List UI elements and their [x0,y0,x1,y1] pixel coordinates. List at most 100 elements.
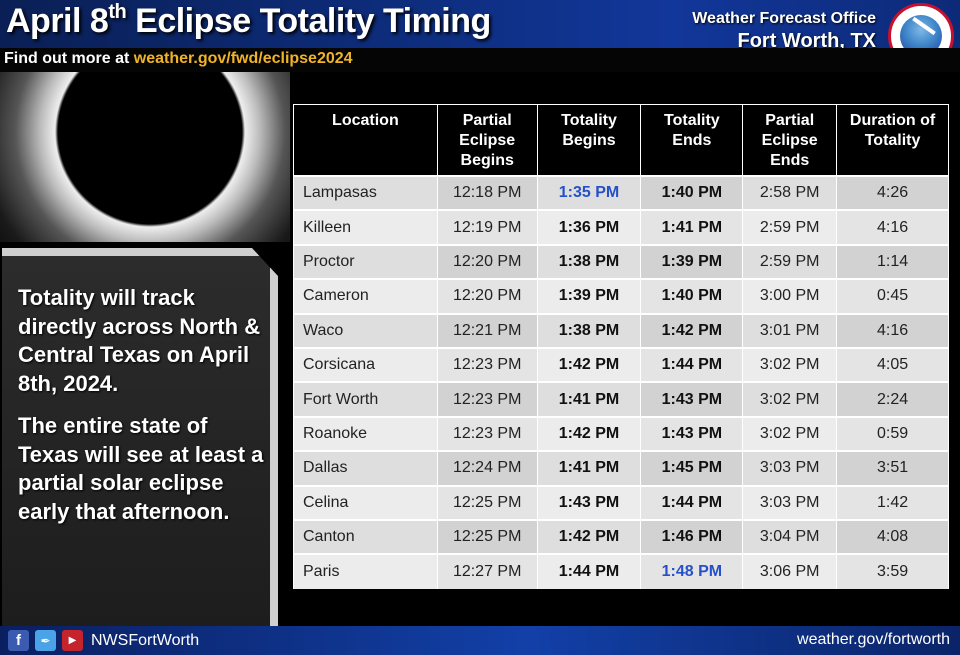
cell-totality-ends: 1:43 PM [640,381,744,417]
cell-totality-ends: 1:44 PM [640,484,744,520]
cell-totality-ends: 1:40 PM [640,278,744,314]
cell-duration: 4:16 [836,312,949,348]
cell-partial-begins: 12:23 PM [436,346,538,383]
cell-partial-ends: 3:02 PM [742,381,838,417]
cell-partial-ends: 3:01 PM [742,312,838,348]
cell-partial-begins: 12:23 PM [436,415,538,452]
cell-partial-ends: 3:03 PM [742,484,838,520]
cell-location: Canton [293,518,438,555]
cell-totality-begins: 1:41 PM [536,450,642,486]
cell-partial-begins: 12:27 PM [436,553,538,589]
cell-partial-begins: 12:24 PM [436,450,538,486]
info-paragraph-1: Totality will track directly across Nort… [18,285,261,396]
title-part: April 8 [6,2,109,40]
eclipse-info-link[interactable]: weather.gov/fwd/eclipse2024 [134,50,353,67]
facebook-icon[interactable]: f [8,630,29,651]
cell-location: Killeen [293,209,438,245]
cell-location: Celina [293,484,438,520]
cell-partial-ends: 3:03 PM [742,450,838,486]
cell-totality-ends: 1:41 PM [640,209,744,245]
cell-location: Dallas [293,450,438,486]
cell-totality-ends: 1:45 PM [640,450,744,486]
cell-duration: 4:08 [836,518,949,555]
table-row: Paris 12:27 PM 1:44 PM 1:48 PM 3:06 PM 3:59 [293,553,949,589]
cell-totality-begins: 1:42 PM [536,346,642,383]
table-row: Lampasas 12:18 PM 1:35 PM 1:40 PM 2:58 PM 4:2… [293,174,949,211]
cell-partial-ends: 2:59 PM [742,243,838,280]
cell-partial-ends: 3:02 PM [742,415,838,452]
table-row: Cameron 12:20 PM 1:39 PM 1:40 PM 3:00 PM 0:45 [293,278,949,314]
column-header-totality-ends: Totality Ends [640,104,744,176]
cell-totality-ends: 1:42 PM [640,312,744,348]
cell-totality-ends: 1:48 PM [640,553,744,589]
cell-partial-ends: 2:58 PM [742,174,838,211]
cell-totality-begins: 1:44 PM [536,553,642,589]
cell-location: Corsicana [293,346,438,383]
cell-totality-ends: 1:40 PM [640,174,744,211]
cell-totality-begins: 1:42 PM [536,518,642,555]
column-header-partial-ends: Partial Eclipse Ends [742,104,838,176]
info-panel: Totality will track directly across Nort… [2,248,278,626]
column-header-totality-begins: Totality Begins [536,104,642,176]
cell-partial-begins: 12:21 PM [436,312,538,348]
cell-totality-ends: 1:46 PM [640,518,744,555]
table-row: Proctor 12:20 PM 1:38 PM 1:39 PM 2:59 PM 1:14 [293,243,949,280]
office-line1: Weather Forecast Office [692,10,876,27]
table-row: Killeen 12:19 PM 1:36 PM 1:41 PM 2:59 PM 4:16 [293,209,949,245]
social-links: f ✒ ▶ NWSFortWorth [8,630,199,651]
cell-partial-ends: 3:00 PM [742,278,838,314]
column-header-location: Location [293,104,438,176]
table-header-row: Location Partial Eclipse Begins Totality… [293,104,949,176]
twitter-icon[interactable]: ✒ [35,630,56,651]
table-row: Roanoke 12:23 PM 1:42 PM 1:43 PM 3:02 PM 0:59 [293,415,949,452]
totality-table-container: Location Partial Eclipse Begins Totality… [293,104,951,589]
cell-location: Lampasas [293,174,438,211]
eclipse-image [0,72,290,242]
cell-duration: 3:51 [836,450,949,486]
header-banner: April 8th Eclipse Totality Timing Weathe… [0,0,960,69]
cell-location: Paris [293,553,438,589]
cell-duration: 0:59 [836,415,949,452]
social-handle[interactable]: NWSFortWorth [91,632,199,650]
cell-totality-begins: 1:43 PM [536,484,642,520]
cell-totality-begins: 1:38 PM [536,243,642,280]
table-row: Corsicana 12:23 PM 1:42 PM 1:44 PM 3:02 PM 4:… [293,346,949,383]
cell-duration: 0:45 [836,278,949,314]
cell-duration: 1:14 [836,243,949,280]
office-label: Weather Forecast Office Fort Worth, TX [692,10,876,53]
cell-location: Cameron [293,278,438,314]
cell-duration: 4:16 [836,209,949,245]
totality-table: Location Partial Eclipse Begins Totality… [293,104,949,589]
cell-location: Roanoke [293,415,438,452]
youtube-icon[interactable]: ▶ [62,630,83,651]
subtitle: Find out more at weather.gov/fwd/eclipse… [4,50,353,68]
cell-duration: 2:24 [836,381,949,417]
cell-totality-begins: 1:36 PM [536,209,642,245]
cell-location: Proctor [293,243,438,280]
cell-totality-ends: 1:43 PM [640,415,744,452]
cell-totality-ends: 1:39 PM [640,243,744,280]
cell-totality-ends: 1:44 PM [640,346,744,383]
cell-partial-begins: 12:20 PM [436,243,538,280]
cell-partial-ends: 3:02 PM [742,346,838,383]
cell-totality-begins: 1:39 PM [536,278,642,314]
cell-partial-begins: 12:23 PM [436,381,538,417]
website-link[interactable]: weather.gov/fortworth [797,631,950,649]
table-row: Dallas 12:24 PM 1:41 PM 1:45 PM 3:03 PM 3:51 [293,450,949,486]
cell-duration: 4:05 [836,346,949,383]
table-row: Waco 12:21 PM 1:38 PM 1:42 PM 3:01 PM 4:16 [293,312,949,348]
cell-duration: 3:59 [836,553,949,589]
cell-totality-begins: 1:38 PM [536,312,642,348]
cell-duration: 4:26 [836,174,949,211]
cell-partial-ends: 2:59 PM [742,209,838,245]
cell-partial-begins: 12:19 PM [436,209,538,245]
cell-partial-begins: 12:18 PM [436,174,538,211]
table-row: Canton 12:25 PM 1:42 PM 1:46 PM 3:04 PM 4:08 [293,518,949,555]
cell-totality-begins: 1:42 PM [536,415,642,452]
column-header-duration: Duration of Totality [836,104,949,176]
table-row: Fort Worth 12:23 PM 1:41 PM 1:43 PM 3:02 PM 2… [293,381,949,417]
cell-partial-begins: 12:25 PM [436,518,538,555]
cell-partial-begins: 12:25 PM [436,484,538,520]
cell-location: Fort Worth [293,381,438,417]
cell-totality-begins: 1:41 PM [536,381,642,417]
